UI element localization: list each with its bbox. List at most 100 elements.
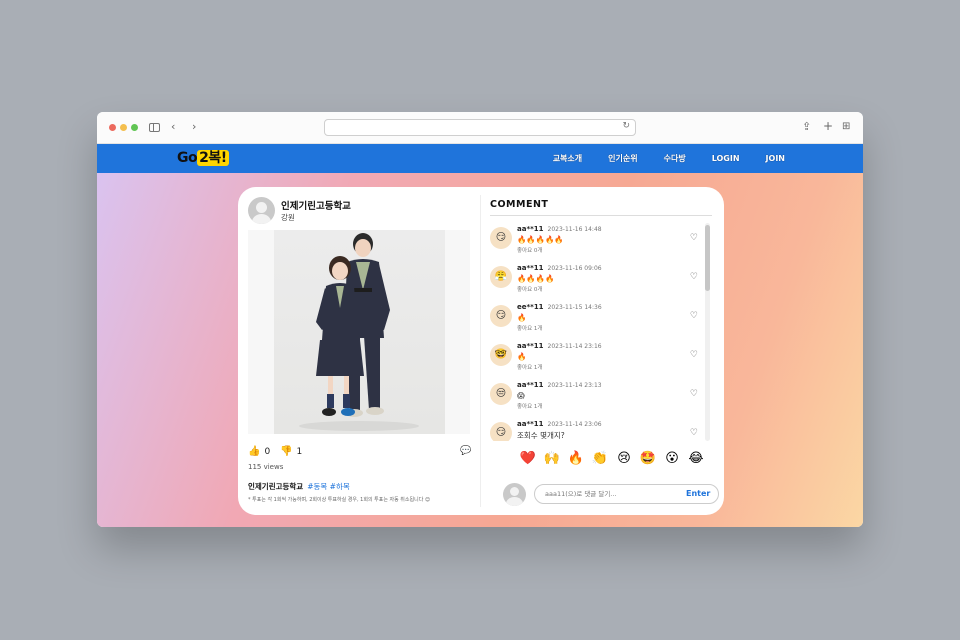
like-button[interactable]: 👍 0	[248, 446, 270, 457]
comment-time: 2023-11-14 23:16	[547, 343, 602, 350]
minimize-window-button[interactable]	[120, 124, 127, 131]
nav-links: 교복소개 인기순위 수다방 LOGIN JOIN	[527, 144, 785, 173]
user-face-avatar: 😏	[490, 422, 512, 441]
site-logo[interactable]: Go 2복!	[177, 149, 229, 168]
comment-scrollbar[interactable]	[705, 223, 710, 441]
logo-2bok: 2복!	[197, 150, 229, 166]
uniform-photo-frame	[248, 230, 470, 434]
like-count: 0	[264, 446, 271, 457]
comment-text: 😱	[517, 391, 525, 400]
my-avatar	[503, 483, 526, 506]
comment-item: 😏 aa**11 2023-11-14 23:06 조회수 몇개지? ♡	[490, 418, 712, 441]
sidebar-toggle-icon[interactable]	[149, 123, 160, 132]
post-caption: 인제기린고등학교 #동복 #하복	[248, 481, 350, 492]
comment-username: aa**11	[517, 381, 544, 389]
star-eyes-reaction[interactable]: 🤩	[636, 451, 660, 467]
scrollbar-thumb[interactable]	[705, 225, 710, 291]
heart-icon[interactable]: ♡	[690, 311, 698, 321]
comments-divider	[490, 215, 712, 216]
post-card: 인제기린고등학교 강원 👍 0 👎 1 💬 115 views 인제기린고등학교…	[238, 187, 724, 515]
comment-user: aa**11 2023-11-16 09:06	[517, 264, 602, 272]
address-bar[interactable]: ↻	[324, 119, 636, 136]
comment-time: 2023-11-14 23:13	[547, 382, 602, 389]
new-tab-icon[interactable]: +	[823, 119, 833, 133]
nav-ranking[interactable]: 인기순위	[608, 153, 637, 164]
raised-hands-reaction[interactable]: 🙌	[540, 451, 564, 467]
comment-likes: 좋아요 0개	[517, 287, 543, 293]
uniform-photo	[274, 230, 445, 434]
thumbs-down-icon: 👎	[280, 446, 293, 457]
heart-reaction[interactable]: ❤️	[516, 451, 540, 467]
sad-reaction[interactable]: 😢	[612, 451, 636, 467]
nav-login[interactable]: LOGIN	[712, 154, 740, 163]
post-panel: 인제기린고등학교 강원 👍 0 👎 1 💬 115 views 인제기린고등학교…	[248, 195, 471, 507]
students-illustration	[299, 233, 419, 431]
logo-go: Go	[177, 150, 198, 166]
browser-window: ‹ › ↻ ⇪ + ⊞ Go 2복! 교복소개 인기순위 수다방 LOGIN JO…	[97, 112, 863, 527]
heart-icon[interactable]: ♡	[690, 428, 698, 438]
close-window-button[interactable]	[109, 124, 116, 131]
user-face-avatar: 😤	[490, 266, 512, 288]
comment-time: 2023-11-14 23:06	[547, 421, 602, 428]
comment-username: aa**11	[517, 342, 544, 350]
comment-username: aa**11	[517, 264, 544, 272]
tab-overview-icon[interactable]: ⊞	[842, 120, 850, 134]
school-name[interactable]: 인제기린고등학교	[281, 198, 351, 212]
heart-icon[interactable]: ♡	[690, 389, 698, 399]
heart-icon[interactable]: ♡	[690, 272, 698, 282]
heart-icon[interactable]: ♡	[690, 233, 698, 243]
post-author: 인제기린고등학교 강원	[248, 195, 470, 225]
dislike-count: 1	[296, 446, 303, 457]
comment-text: 🔥🔥🔥🔥	[517, 274, 555, 283]
comment-user: aa**11 2023-11-14 23:06	[517, 420, 602, 428]
comments-title: COMMENT	[490, 199, 549, 210]
comment-text: 🔥	[517, 352, 527, 361]
user-face-avatar: 😒	[490, 383, 512, 405]
reload-icon[interactable]: ↻	[622, 121, 630, 131]
top-nav: Go 2복! 교복소개 인기순위 수다방 LOGIN JOIN	[97, 144, 863, 173]
nav-uniform-intro[interactable]: 교복소개	[553, 153, 582, 164]
user-face-avatar: 😏	[490, 305, 512, 327]
nav-join[interactable]: JOIN	[766, 154, 785, 163]
comment-text: 🔥	[517, 313, 527, 322]
comment-username: aa**11	[517, 225, 544, 233]
comment-user: aa**11 2023-11-14 23:13	[517, 381, 602, 389]
share-icon[interactable]: ⇪	[802, 120, 811, 134]
panel-divider	[480, 195, 481, 507]
comment-username: aa**11	[517, 420, 544, 428]
vote-notice: * 투표는 각 1회씩 가능하며, 2회이상 투표하실 경우, 1회의 투표는 …	[248, 497, 431, 503]
comment-user: aa**11 2023-11-16 14:48	[517, 225, 602, 233]
dislike-button[interactable]: 👎 1	[280, 446, 302, 457]
comment-time: 2023-11-16 09:06	[547, 265, 602, 272]
forward-icon[interactable]: ›	[192, 120, 196, 134]
comment-icon[interactable]: 💬	[460, 446, 471, 456]
comment-item: 😏 ee**11 2023-11-15 14:36 🔥 좋아요 1개 ♡	[490, 301, 712, 340]
comments-panel: COMMENT 😏 aa**11 2023-11-16 14:48 🔥🔥🔥🔥🔥 좋…	[490, 195, 719, 507]
comment-likes: 좋아요 1개	[517, 326, 543, 332]
comment-time: 2023-11-15 14:36	[547, 304, 602, 311]
hashtags[interactable]: #동복 #하복	[307, 482, 350, 491]
user-face-avatar: 🤓	[490, 344, 512, 366]
heart-icon[interactable]: ♡	[690, 350, 698, 360]
back-icon[interactable]: ‹	[171, 120, 175, 134]
post-actions: 👍 0 👎 1 💬	[248, 446, 471, 460]
fire-reaction[interactable]: 🔥	[564, 451, 588, 467]
caption-school: 인제기린고등학교	[248, 482, 304, 491]
wow-reaction[interactable]: 😮	[660, 451, 684, 467]
enter-button[interactable]: Enter	[686, 486, 710, 502]
clap-reaction[interactable]: 👏	[588, 451, 612, 467]
comment-time: 2023-11-16 14:48	[547, 226, 602, 233]
comment-username: ee**11	[517, 303, 544, 311]
laugh-reaction[interactable]: 😂	[684, 451, 708, 467]
browser-toolbar: ‹ › ↻ ⇪ + ⊞	[97, 112, 863, 144]
comment-list[interactable]: 😏 aa**11 2023-11-16 14:48 🔥🔥🔥🔥🔥 좋아요 0개 ♡ …	[490, 223, 712, 441]
nav-chat-room[interactable]: 수다방	[664, 153, 686, 164]
comment-likes: 좋아요 1개	[517, 404, 543, 410]
comment-item: 😤 aa**11 2023-11-16 09:06 🔥🔥🔥🔥 좋아요 0개 ♡	[490, 262, 712, 301]
comment-item: 😒 aa**11 2023-11-14 23:13 😱 좋아요 1개 ♡	[490, 379, 712, 418]
zoom-window-button[interactable]	[131, 124, 138, 131]
thumbs-up-icon: 👍	[248, 446, 261, 457]
comment-user: ee**11 2023-11-15 14:36	[517, 303, 602, 311]
user-face-avatar: 😏	[490, 227, 512, 249]
comment-likes: 좋아요 0개	[517, 248, 543, 254]
